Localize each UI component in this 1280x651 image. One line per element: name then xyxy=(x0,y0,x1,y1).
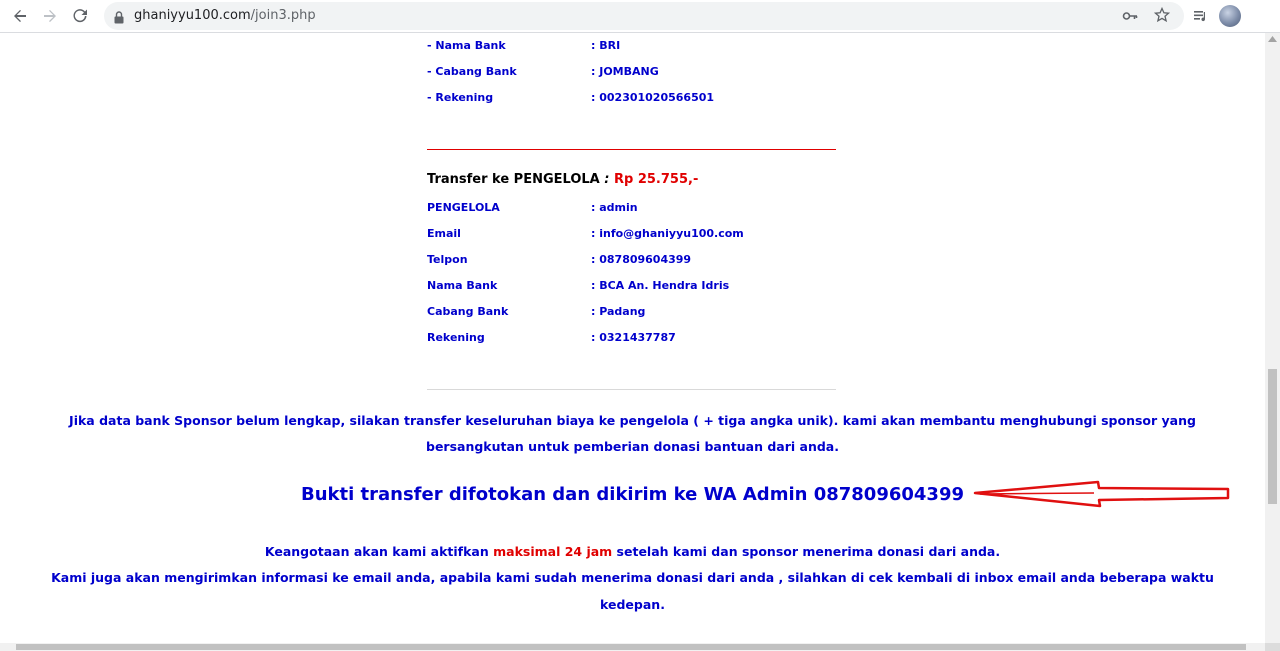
url-path: /join3.php xyxy=(250,8,316,23)
back-arrow-icon[interactable] xyxy=(8,4,32,28)
activation-highlight: maksimal 24 jam xyxy=(493,544,613,559)
scrollbar-corner xyxy=(1265,643,1280,651)
activation-text-post: setelah kami dan sponsor menerima donasi… xyxy=(612,544,1001,559)
vertical-scroll-thumb[interactable] xyxy=(1268,369,1277,504)
horizontal-scroll-thumb[interactable] xyxy=(16,644,1246,650)
url-host: ghaniyyu100.com xyxy=(134,8,251,23)
reload-icon[interactable] xyxy=(68,4,92,28)
forward-arrow-icon[interactable] xyxy=(38,4,62,28)
activation-text-pre: Keangotaan akan kami aktifkan xyxy=(264,544,494,559)
page-content: - Nama Bank : BRI - Cabang Bank : JOMBAN… xyxy=(0,33,1265,643)
key-icon[interactable] xyxy=(1122,8,1138,28)
browser-toolbar: ghaniyyu100.com/join3.php xyxy=(0,0,1280,33)
activation-line-2: Kami juga akan mengirimkan informasi ke … xyxy=(51,570,1214,585)
activation-line-1: Keangotaan akan kami aktifkan maksimal 2… xyxy=(0,544,1265,559)
horizontal-scrollbar[interactable] xyxy=(0,643,1265,651)
url-text: ghaniyyu100.com/join3.php xyxy=(134,8,316,23)
scroll-up-icon[interactable] xyxy=(1268,36,1277,42)
star-icon[interactable] xyxy=(1153,6,1171,27)
profile-avatar[interactable] xyxy=(1219,5,1241,27)
vertical-scrollbar[interactable] xyxy=(1265,33,1280,643)
activation-line-3: kedepan. xyxy=(600,597,665,612)
media-queue-icon[interactable] xyxy=(1188,4,1212,28)
lock-icon[interactable] xyxy=(114,9,124,28)
address-bar[interactable]: ghaniyyu100.com/join3.php xyxy=(104,2,1184,30)
